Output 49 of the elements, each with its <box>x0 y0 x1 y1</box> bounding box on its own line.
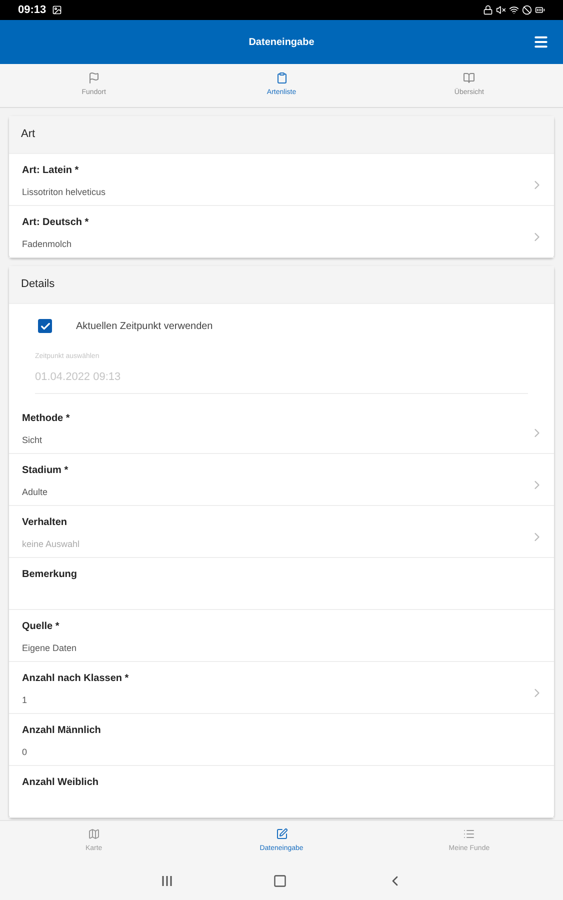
field-value: Eigene Daten <box>22 642 78 655</box>
field-label: Stadium * <box>22 464 70 478</box>
checkbox[interactable] <box>38 319 52 333</box>
select-row[interactable]: Methode * Sicht <box>9 402 554 454</box>
lock-icon <box>483 5 493 15</box>
field-value: Fadenmolch <box>22 238 73 251</box>
map-icon <box>88 828 100 840</box>
field-label: Quelle * <box>22 620 60 634</box>
field-value: 01.04.2022 09:13 <box>35 370 122 384</box>
wifi-icon <box>509 5 519 15</box>
header-title: Dateneingabe <box>248 36 314 50</box>
mute-icon <box>496 5 506 15</box>
book-icon <box>463 72 476 84</box>
select-row[interactable]: Anzahl nach Klassen * 1 <box>9 662 554 714</box>
field-label: Anzahl Männlich <box>22 724 102 738</box>
text-field[interactable]: Anzahl Männlich 0 <box>9 714 554 766</box>
select-row[interactable]: Stadium * Adulte <box>9 454 554 506</box>
field-value: Adulte <box>22 486 49 499</box>
section-title: Art <box>21 127 36 142</box>
status-time: 09:13 <box>18 2 46 18</box>
field-value: 0 <box>22 746 28 759</box>
field-label: Methode * <box>22 412 71 426</box>
select-row[interactable]: Art: Latein * Lissotriton helveticus <box>9 154 554 206</box>
battery-icon <box>535 5 545 15</box>
field-value: 1 <box>22 694 28 707</box>
recent-apps-icon[interactable] <box>160 875 172 887</box>
section-title: Details <box>21 277 55 292</box>
menu-icon[interactable] <box>533 34 549 50</box>
clipboard-icon <box>276 72 288 84</box>
select-row[interactable]: Art: Deutsch * Fadenmolch <box>9 206 554 258</box>
field-value: Lissotriton helveticus <box>22 186 107 199</box>
field-label: Art: Deutsch * <box>22 216 90 230</box>
flag-icon <box>88 72 100 84</box>
blocked-icon <box>522 5 532 15</box>
text-field[interactable]: Anzahl Weiblich <box>9 766 554 818</box>
field-label: Anzahl nach Klassen * <box>22 672 130 686</box>
edit-icon <box>276 828 288 840</box>
field-label: Bemerkung <box>22 568 78 582</box>
field-label: Art: Latein * <box>22 164 80 178</box>
field-placeholder: keine Auswahl <box>22 538 81 551</box>
field-label: Verhalten <box>22 516 68 530</box>
notification-icon <box>52 5 62 15</box>
checkbox-label: Aktuellen Zeitpunkt verwenden <box>76 320 213 334</box>
text-field[interactable]: Bemerkung <box>9 558 554 610</box>
text-field[interactable]: Quelle * Eigene Daten <box>9 610 554 662</box>
select-row[interactable]: Verhalten keine Auswahl <box>9 506 554 558</box>
field-value: Sicht <box>22 434 44 447</box>
field-label: Anzahl Weiblich <box>22 776 100 790</box>
home-icon[interactable] <box>272 874 286 888</box>
